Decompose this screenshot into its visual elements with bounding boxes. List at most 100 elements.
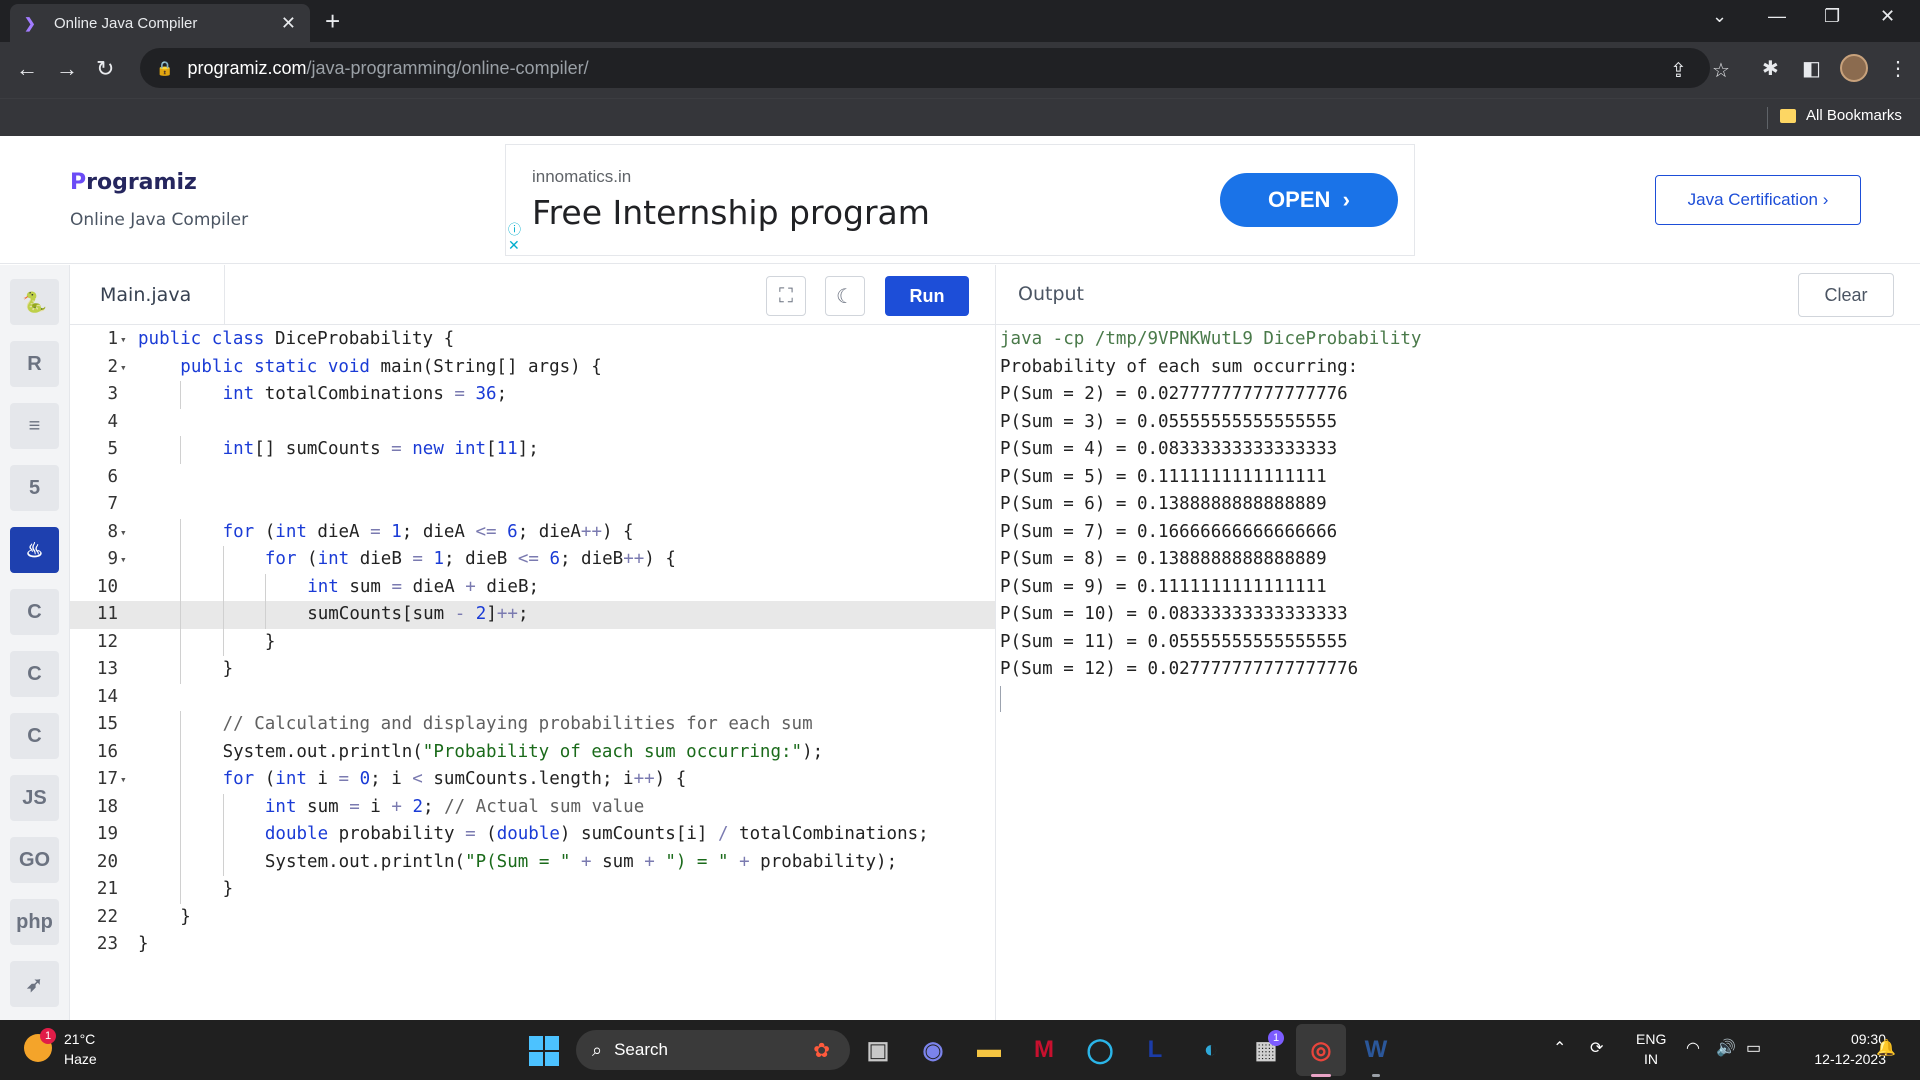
weather-condition[interactable]: Haze xyxy=(64,1051,97,1067)
extensions-icon[interactable]: ✱ xyxy=(1762,56,1779,81)
search-placeholder: Search xyxy=(614,1040,668,1059)
code-line[interactable]: 3 int totalCombinations = 36; xyxy=(70,381,995,409)
fullscreen-icon[interactable]: ⛶ xyxy=(766,276,806,316)
back-icon[interactable]: ← xyxy=(16,56,38,82)
programiz-logo[interactable]: Programiz xyxy=(70,170,197,195)
file-explorer-icon[interactable]: ▬ xyxy=(973,1034,1005,1066)
wifi-icon[interactable]: ◠ xyxy=(1686,1038,1700,1058)
taskbar-search[interactable]: ⌕ Search ✿ xyxy=(576,1030,850,1070)
fold-arrow-icon[interactable]: ▾ xyxy=(120,766,127,794)
language-indicator[interactable]: ENG xyxy=(1636,1031,1666,1047)
dark-mode-icon[interactable]: ☾ xyxy=(825,276,865,316)
file-tab-main-java[interactable]: Main.java xyxy=(70,265,225,325)
code-line[interactable]: 12} xyxy=(70,628,995,656)
sync-icon[interactable]: ⟳ xyxy=(1590,1038,1603,1058)
fold-arrow-icon[interactable]: ▾ xyxy=(120,326,127,354)
tab-search-icon[interactable]: ⌄ xyxy=(1712,6,1727,27)
clock-date[interactable]: 12-12-2023 xyxy=(1786,1051,1886,1067)
l-app-icon[interactable]: L xyxy=(1139,1034,1171,1066)
go-icon[interactable]: GO xyxy=(10,837,59,883)
folder-icon xyxy=(1780,109,1796,123)
code-line[interactable]: 18 int sum = i + 2; // Actual sum value xyxy=(70,793,995,821)
meet-app-icon[interactable]: ◉ xyxy=(917,1034,949,1066)
code-line[interactable]: 4 xyxy=(70,409,995,437)
ad-info-icon[interactable]: ⓘ xyxy=(508,219,524,237)
task-view-icon[interactable]: ▣ xyxy=(862,1034,894,1066)
show-hidden-icons-icon[interactable]: ⌃ xyxy=(1553,1038,1566,1058)
java-certification-button[interactable]: Java Certification › xyxy=(1655,175,1861,225)
fold-arrow-icon[interactable]: ▾ xyxy=(120,354,127,382)
cpp-icon[interactable]: C xyxy=(10,651,59,697)
run-button[interactable]: Run xyxy=(885,276,969,316)
c-icon[interactable]: C xyxy=(10,589,59,635)
address-bar[interactable]: 🔒 programiz.com /java-programming/online… xyxy=(140,48,1730,88)
java-icon[interactable]: ♨ xyxy=(10,527,59,573)
code-line[interactable]: 13} xyxy=(70,656,995,684)
code-editor[interactable]: 1 ▾ public class DiceProbability {2 ▾ public… xyxy=(70,326,995,1020)
swift-icon[interactable]: ➶ xyxy=(10,961,59,1007)
code-line[interactable]: 15 // Calculating and displaying probabil… xyxy=(70,711,995,739)
clear-button[interactable]: Clear xyxy=(1798,273,1894,317)
menu-icon[interactable]: ⋮ xyxy=(1888,56,1908,81)
code-line[interactable]: 5 int[] sumCounts = new int[11]; xyxy=(70,436,995,464)
close-window-icon[interactable]: ✕ xyxy=(1880,6,1895,27)
code-line[interactable]: 22} xyxy=(70,904,995,932)
code-line[interactable]: 21} xyxy=(70,876,995,904)
code-line[interactable]: 1 ▾ public class DiceProbability { xyxy=(70,326,995,354)
new-tab-icon[interactable]: + xyxy=(325,6,340,37)
mcafee-app-icon[interactable]: M xyxy=(1028,1034,1060,1066)
fold-arrow-icon[interactable]: ▾ xyxy=(120,546,127,574)
windows-start-icon[interactable] xyxy=(529,1036,559,1066)
forward-icon[interactable]: → xyxy=(56,56,78,82)
code-line[interactable]: 2 ▾ public static void main(String[] args)… xyxy=(70,354,995,382)
restore-icon[interactable]: ❐ xyxy=(1824,6,1840,27)
html-icon[interactable]: 5 xyxy=(10,465,59,511)
browser-tab[interactable]: ❯ Online Java Compiler ✕ xyxy=(10,4,310,42)
code-line[interactable]: 10 int sum = dieA + dieB; xyxy=(70,573,995,601)
indent-guide xyxy=(180,793,182,821)
js-icon[interactable]: JS xyxy=(10,775,59,821)
output-console[interactable]: java -cp /tmp/9VPNKWutL9 DiceProbability… xyxy=(1000,326,1910,712)
code-line[interactable]: 14 xyxy=(70,684,995,712)
code-line[interactable]: 6 xyxy=(70,464,995,492)
code-line[interactable]: 19 double probability = (double) sumCount… xyxy=(70,821,995,849)
code-line[interactable]: 23} xyxy=(70,931,995,959)
python-icon[interactable]: 🐍 xyxy=(10,279,59,325)
battery-icon[interactable]: ▭ xyxy=(1746,1038,1761,1058)
ad-banner[interactable]: innomatics.in Free Internship program OP… xyxy=(505,144,1415,256)
all-bookmarks-link[interactable]: All Bookmarks xyxy=(1806,107,1902,124)
volume-icon[interactable]: 🔊 xyxy=(1716,1038,1736,1058)
ad-open-button[interactable]: OPEN › xyxy=(1220,173,1398,227)
code-line[interactable]: 11 sumCounts[sum - 2]++; xyxy=(70,601,995,629)
profile-avatar[interactable] xyxy=(1840,54,1868,82)
code-line[interactable]: 17 ▾ for (int i = 0; i < sumCounts.length;… xyxy=(70,766,995,794)
bookmark-star-icon[interactable]: ☆ xyxy=(1712,58,1730,83)
fold-arrow-icon[interactable]: ▾ xyxy=(120,519,127,547)
close-tab-icon[interactable]: ✕ xyxy=(281,13,296,34)
edge-browser-icon[interactable]: ◐ xyxy=(1195,1034,1227,1066)
code-line[interactable]: 7 xyxy=(70,491,995,519)
cortana-app-icon[interactable]: ◯ xyxy=(1084,1034,1116,1066)
share-icon[interactable]: ⇪ xyxy=(1670,58,1687,83)
word-app-icon[interactable]: W xyxy=(1360,1034,1392,1066)
region-indicator[interactable]: IN xyxy=(1644,1051,1658,1067)
language-rail: 🐍 R ≡ 5 ♨ C C C JS GO php ➶ xyxy=(0,265,70,1020)
ad-close-icon[interactable]: ✕ xyxy=(508,237,524,253)
code-line[interactable]: 16 System.out.println("Probability of eac… xyxy=(70,738,995,766)
pane-divider[interactable] xyxy=(995,265,996,1020)
code-line[interactable]: 8 ▾ for (int dieA = 1; dieA <= 6; dieA++) … xyxy=(70,518,995,547)
php-icon[interactable]: php xyxy=(10,899,59,945)
weather-temperature[interactable]: 21°C xyxy=(64,1031,95,1047)
output-line: Probability of each sum occurring: xyxy=(1000,356,1359,377)
side-panel-icon[interactable]: ◧ xyxy=(1802,56,1821,81)
r-icon[interactable]: R xyxy=(10,341,59,387)
reload-icon[interactable]: ↻ xyxy=(96,56,114,82)
notifications-icon[interactable]: 🔔 xyxy=(1876,1038,1896,1058)
sql-icon[interactable]: ≡ xyxy=(10,403,59,449)
code-line[interactable]: 9 ▾ for (int dieB = 1; dieB <= 6; dieB++) … xyxy=(70,546,995,574)
minimize-icon[interactable]: — xyxy=(1768,6,1786,27)
chrome-browser-icon[interactable]: ◎ xyxy=(1305,1034,1337,1066)
csharp-icon[interactable]: C xyxy=(10,713,59,759)
code-text: public class DiceProbability { xyxy=(138,329,455,349)
code-line[interactable]: 20 System.out.println("P(Sum = " + sum + … xyxy=(70,848,995,876)
